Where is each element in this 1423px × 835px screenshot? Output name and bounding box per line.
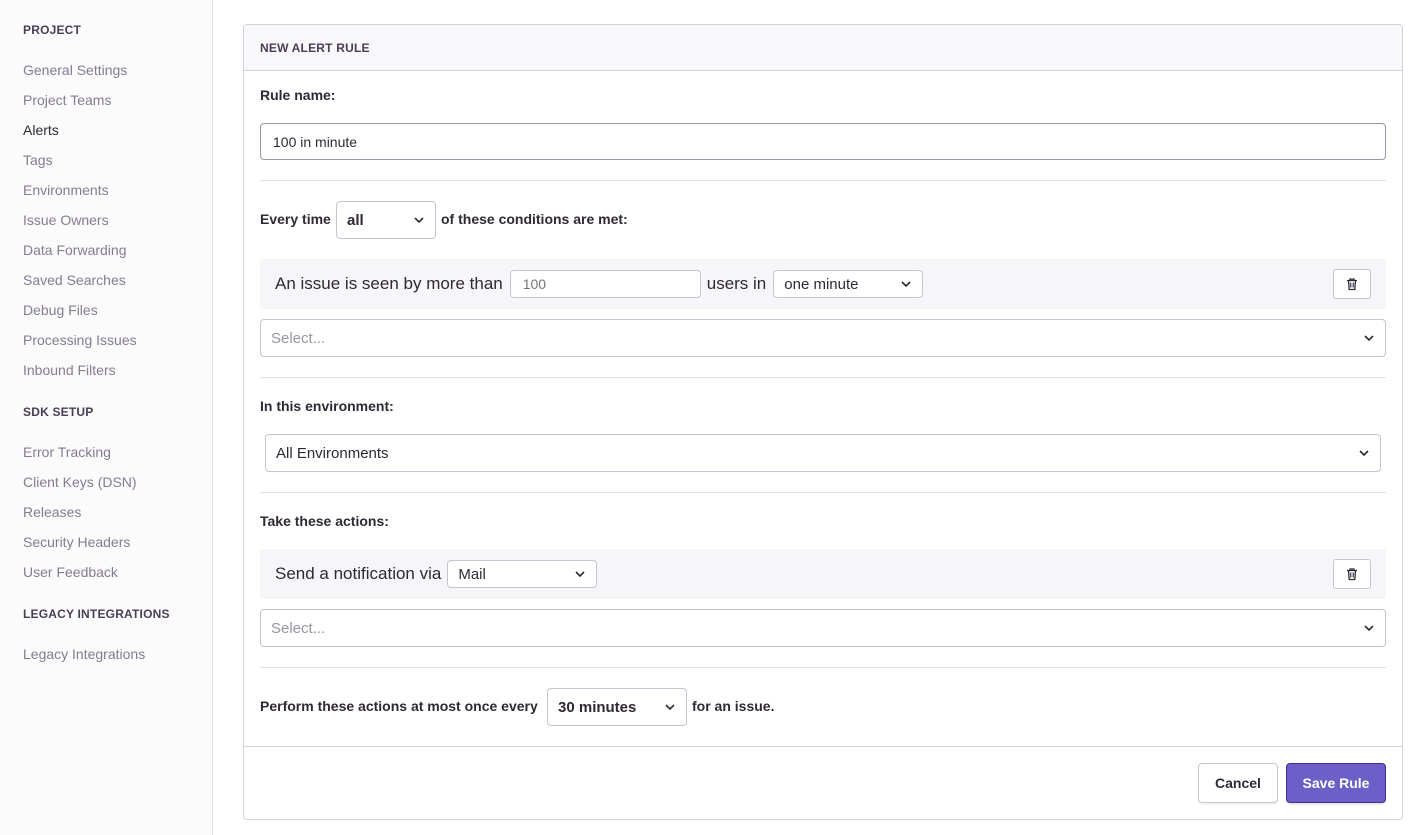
sidebar-item-error-tracking[interactable]: Error Tracking [23, 444, 111, 460]
chevron-down-icon [665, 704, 675, 711]
divider [260, 492, 1386, 493]
delete-condition-button[interactable] [1333, 269, 1371, 299]
sidebar-item-client-keys[interactable]: Client Keys (DSN) [23, 474, 137, 490]
action-prefix-text: Send a notification via [275, 564, 442, 583]
chevron-down-icon [1364, 625, 1374, 632]
action-row: Send a notification via Mail [260, 549, 1386, 599]
frequency-suffix-label: for an issue. [692, 698, 775, 714]
chevron-down-icon [901, 281, 911, 288]
rule-name-input[interactable] [260, 123, 1386, 160]
add-condition-select[interactable]: Select... [260, 319, 1386, 357]
add-action-select[interactable]: Select... [260, 609, 1386, 647]
sidebar-item-alerts[interactable]: Alerts [23, 122, 59, 138]
sidebar-item-debug-files[interactable]: Debug Files [23, 302, 98, 318]
divider [260, 667, 1386, 668]
sidebar-item-processing-issues[interactable]: Processing Issues [23, 332, 137, 348]
sidebar-item-issue-owners[interactable]: Issue Owners [23, 212, 109, 228]
sidebar-item-general-settings[interactable]: General Settings [23, 62, 127, 78]
main-content: NEW ALERT RULE Rule name: Every time all… [213, 0, 1423, 835]
divider [260, 180, 1386, 181]
sidebar-item-tags[interactable]: Tags [23, 152, 53, 168]
sidebar-item-releases[interactable]: Releases [23, 504, 81, 520]
add-condition-placeholder: Select... [271, 329, 326, 347]
trash-icon [1347, 568, 1357, 581]
sidebar-item-environments[interactable]: Environments [23, 182, 109, 198]
sidebar-heading-sdk-setup: SDK SETUP [23, 405, 94, 419]
environment-label: In this environment: [260, 398, 394, 414]
actions-label: Take these actions: [260, 513, 389, 529]
notification-service-select[interactable]: Mail [447, 560, 598, 588]
settings-sidebar: PROJECT General Settings Project Teams A… [0, 0, 213, 835]
sidebar-item-project-teams[interactable]: Project Teams [23, 92, 111, 108]
frequency-select-value: 30 minutes [558, 698, 637, 716]
match-select[interactable]: all [336, 201, 436, 239]
conditions-suffix-label: of these conditions are met: [441, 211, 628, 227]
trash-icon [1347, 278, 1357, 291]
new-alert-rule-panel: NEW ALERT RULE Rule name: Every time all… [243, 24, 1403, 820]
cancel-button[interactable]: Cancel [1198, 763, 1278, 803]
condition-prefix-text: An issue is seen by more than [275, 274, 503, 293]
condition-value-input[interactable] [509, 270, 701, 298]
condition-row: An issue is seen by more than users in o… [260, 259, 1386, 309]
notification-service-value: Mail [458, 565, 486, 583]
sidebar-item-inbound-filters[interactable]: Inbound Filters [23, 362, 116, 378]
interval-select-value: one minute [784, 275, 859, 293]
chevron-down-icon [1359, 450, 1369, 457]
condition-middle-text: users in [706, 274, 767, 293]
sidebar-item-legacy-integrations[interactable]: Legacy Integrations [23, 646, 145, 662]
every-time-label: Every time [260, 211, 331, 227]
frequency-prefix-label: Perform these actions at most once every [260, 698, 538, 714]
divider [260, 377, 1386, 378]
environment-select-value: All Environments [276, 444, 389, 462]
delete-action-button[interactable] [1333, 559, 1371, 589]
rule-name-label: Rule name: [260, 87, 336, 103]
sidebar-item-data-forwarding[interactable]: Data Forwarding [23, 242, 127, 258]
match-select-value: all [347, 211, 364, 229]
interval-select[interactable]: one minute [773, 270, 924, 298]
sidebar-item-saved-searches[interactable]: Saved Searches [23, 272, 126, 288]
chevron-down-icon [1364, 335, 1374, 342]
frequency-select[interactable]: 30 minutes [547, 688, 687, 726]
save-rule-button[interactable]: Save Rule [1286, 763, 1386, 803]
add-action-placeholder: Select... [271, 619, 326, 637]
sidebar-heading-project: PROJECT [23, 23, 82, 37]
sidebar-heading-legacy-integrations: LEGACY INTEGRATIONS [23, 607, 170, 621]
panel-title: NEW ALERT RULE [244, 25, 1402, 71]
chevron-down-icon [575, 571, 585, 578]
chevron-down-icon [414, 217, 424, 224]
sidebar-item-security-headers[interactable]: Security Headers [23, 534, 130, 550]
sidebar-item-user-feedback[interactable]: User Feedback [23, 564, 118, 580]
footer-divider [244, 746, 1402, 747]
environment-select[interactable]: All Environments [265, 434, 1381, 472]
